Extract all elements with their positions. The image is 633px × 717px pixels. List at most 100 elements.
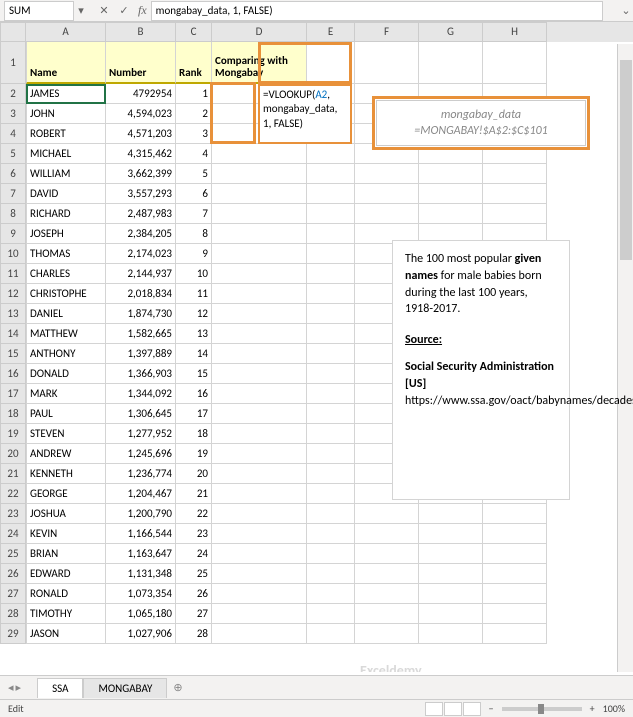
- cell-number[interactable]: 1,166,544: [106, 524, 176, 544]
- cell-comparing[interactable]: [212, 204, 307, 224]
- row-header[interactable]: 7: [0, 184, 26, 204]
- row-header[interactable]: 21: [0, 464, 26, 484]
- header-comparing[interactable]: Comparing with Mongabay: [212, 42, 307, 84]
- formula-bar[interactable]: mongabay_data, 1, FALSE): [151, 1, 603, 21]
- cell-name[interactable]: STEVEN: [26, 424, 106, 444]
- cell-number[interactable]: 1,874,730: [106, 304, 176, 324]
- cell-number[interactable]: 4,571,203: [106, 124, 176, 144]
- row-header[interactable]: 26: [0, 564, 26, 584]
- cell-rank[interactable]: 6: [176, 184, 212, 204]
- cell-comparing[interactable]: [212, 144, 307, 164]
- sheet-tab-mongabay[interactable]: MONGABAY: [83, 678, 167, 698]
- sheet-tab-ssa[interactable]: SSA: [37, 678, 83, 698]
- row-header-1[interactable]: 1: [0, 42, 26, 84]
- cell-number[interactable]: 1,131,348: [106, 564, 176, 584]
- cell-number[interactable]: 4,594,023: [106, 104, 176, 124]
- row-header[interactable]: 29: [0, 624, 26, 644]
- zoom-in-icon[interactable]: +: [590, 702, 595, 715]
- formula-bar-expand-icon[interactable]: ⌄: [619, 4, 633, 17]
- cell-rank[interactable]: 22: [176, 504, 212, 524]
- view-break-icon[interactable]: [463, 702, 481, 716]
- cell-number[interactable]: 1,245,696: [106, 444, 176, 464]
- cell-name[interactable]: ANDREW: [26, 444, 106, 464]
- row-header[interactable]: 2: [0, 84, 26, 104]
- cell-rank[interactable]: 4: [176, 144, 212, 164]
- col-header-D[interactable]: D: [212, 22, 307, 42]
- cell-number[interactable]: 1,277,952: [106, 424, 176, 444]
- cell-number[interactable]: 1,344,092: [106, 384, 176, 404]
- cell-rank[interactable]: 13: [176, 324, 212, 344]
- cell-comparing[interactable]: [212, 544, 307, 564]
- cell-number[interactable]: 1,366,903: [106, 364, 176, 384]
- header-number[interactable]: Number: [106, 42, 176, 84]
- header-name[interactable]: Name: [26, 42, 106, 84]
- cell-name[interactable]: GEORGE: [26, 484, 106, 504]
- cell-name[interactable]: KEVIN: [26, 524, 106, 544]
- cell-number[interactable]: 2,144,937: [106, 264, 176, 284]
- cell-rank[interactable]: 15: [176, 364, 212, 384]
- cell-number[interactable]: 1,306,645: [106, 404, 176, 424]
- col-header-B[interactable]: B: [106, 22, 176, 42]
- row-header[interactable]: 28: [0, 604, 26, 624]
- cell-name[interactable]: BRIAN: [26, 544, 106, 564]
- cell-comparing[interactable]: [212, 524, 307, 544]
- cell-number[interactable]: 3,557,293: [106, 184, 176, 204]
- tab-nav-next-icon[interactable]: ▸: [16, 681, 22, 694]
- row-header[interactable]: 16: [0, 364, 26, 384]
- row-header[interactable]: 24: [0, 524, 26, 544]
- tab-nav-prev-icon[interactable]: ◂: [8, 681, 14, 694]
- cancel-formula-icon[interactable]: ✕: [96, 4, 112, 17]
- cell-rank[interactable]: 17: [176, 404, 212, 424]
- cell-number[interactable]: 1,204,467: [106, 484, 176, 504]
- cell-rank[interactable]: 10: [176, 264, 212, 284]
- row-header[interactable]: 17: [0, 384, 26, 404]
- cell-rank[interactable]: 2: [176, 104, 212, 124]
- cell-rank[interactable]: 28: [176, 624, 212, 644]
- row-header[interactable]: 12: [0, 284, 26, 304]
- col-header-E[interactable]: E: [307, 22, 355, 42]
- cell-comparing[interactable]: [212, 464, 307, 484]
- row-header[interactable]: 27: [0, 584, 26, 604]
- cell-number[interactable]: 1,065,180: [106, 604, 176, 624]
- cell-rank[interactable]: 12: [176, 304, 212, 324]
- accept-formula-icon[interactable]: ✓: [116, 4, 132, 17]
- cell-comparing[interactable]: [212, 424, 307, 444]
- cell-name[interactable]: CHARLES: [26, 264, 106, 284]
- cell-rank[interactable]: 26: [176, 584, 212, 604]
- row-header[interactable]: 20: [0, 444, 26, 464]
- cell-name[interactable]: WILLIAM: [26, 164, 106, 184]
- cell-name[interactable]: JOHN: [26, 104, 106, 124]
- add-sheet-icon[interactable]: ⊕: [173, 681, 182, 694]
- cell-comparing[interactable]: [212, 304, 307, 324]
- view-normal-icon[interactable]: [425, 702, 443, 716]
- row-header[interactable]: 10: [0, 244, 26, 264]
- in-cell-formula-edit[interactable]: =VLOOKUP(A2, mongabay_data, 1, FALSE): [258, 84, 352, 144]
- cell-name[interactable]: THOMAS: [26, 244, 106, 264]
- col-header-G[interactable]: G: [419, 22, 483, 42]
- cell-name[interactable]: TIMOTHY: [26, 604, 106, 624]
- cell-name[interactable]: CHRISTOPHE: [26, 284, 106, 304]
- cell-rank[interactable]: 9: [176, 244, 212, 264]
- cell-rank[interactable]: 3: [176, 124, 212, 144]
- row-header[interactable]: 5: [0, 144, 26, 164]
- cell-number[interactable]: 1,200,790: [106, 504, 176, 524]
- cell-comparing[interactable]: [212, 284, 307, 304]
- cell-comparing[interactable]: [212, 184, 307, 204]
- cell-name[interactable]: MARK: [26, 384, 106, 404]
- cell-name[interactable]: RONALD: [26, 584, 106, 604]
- cell-comparing[interactable]: [212, 584, 307, 604]
- cell-number[interactable]: 1,163,647: [106, 544, 176, 564]
- cell-rank[interactable]: 27: [176, 604, 212, 624]
- cell-name[interactable]: DONALD: [26, 364, 106, 384]
- cell-number[interactable]: 3,662,399: [106, 164, 176, 184]
- cell-number[interactable]: 2,487,983: [106, 204, 176, 224]
- cell-comparing[interactable]: [212, 344, 307, 364]
- row-header[interactable]: 15: [0, 344, 26, 364]
- row-header[interactable]: 25: [0, 544, 26, 564]
- select-all-corner[interactable]: [0, 22, 26, 42]
- view-layout-icon[interactable]: [444, 702, 462, 716]
- cell-rank[interactable]: 11: [176, 284, 212, 304]
- cell-name[interactable]: DAVID: [26, 184, 106, 204]
- row-header[interactable]: 19: [0, 424, 26, 444]
- cell-comparing[interactable]: [212, 444, 307, 464]
